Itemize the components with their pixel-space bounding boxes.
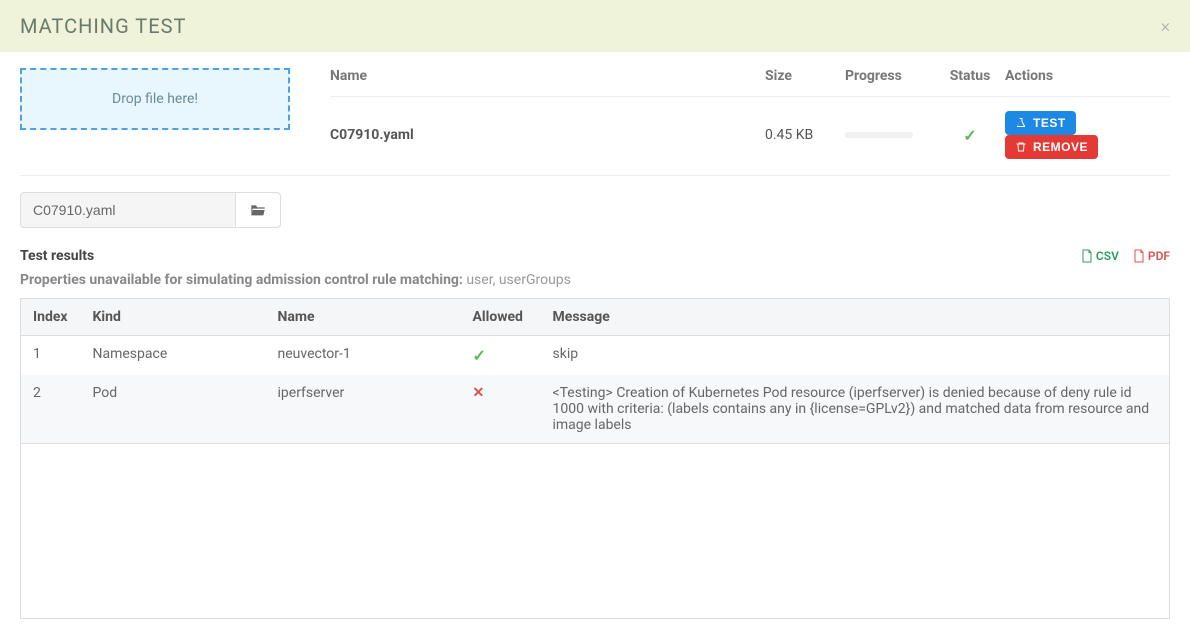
file-input[interactable] <box>20 192 235 228</box>
file-table-header: Name Size Progress Status Actions <box>330 68 1170 97</box>
results-header-row: Index Kind Name Allowed Message <box>21 299 1170 336</box>
cell-kind: Pod <box>81 375 266 444</box>
file-pdf-icon <box>1133 249 1145 263</box>
results-title: Test results <box>20 248 94 264</box>
check-icon: ✓ <box>473 346 486 365</box>
matching-test-modal: MATCHING TEST × Drop file here! Name Siz… <box>0 0 1190 635</box>
file-status: ✓ <box>935 126 1005 145</box>
unavailable-label: Properties unavailable for simulating ad… <box>20 272 463 288</box>
remove-label: REMOVE <box>1033 140 1088 154</box>
file-csv-icon <box>1081 249 1093 263</box>
header-name: Name <box>266 299 461 336</box>
header-message: Message <box>541 299 1170 336</box>
results-table: Index Kind Name Allowed Message 1Namespa… <box>20 298 1170 444</box>
cell-kind: Namespace <box>81 336 266 376</box>
export-csv-link[interactable]: CSV <box>1081 249 1119 263</box>
browse-button[interactable] <box>235 192 281 228</box>
file-dropzone[interactable]: Drop file here! <box>20 68 290 130</box>
cell-message: <Testing> Creation of Kubernetes Pod res… <box>541 375 1170 444</box>
export-links: CSV PDF <box>1081 249 1170 263</box>
x-icon: ✕ <box>473 385 485 401</box>
table-row: 2Podiperfserver ✕ <Testing> Creation of Ku… <box>21 375 1170 444</box>
cell-message: skip <box>541 336 1170 376</box>
progress-bar <box>845 132 913 138</box>
test-label: TEST <box>1033 116 1066 130</box>
test-button[interactable]: TEST <box>1005 111 1076 135</box>
modal-title: MATCHING TEST <box>20 14 186 38</box>
dropzone-label: Drop file here! <box>112 91 198 107</box>
close-icon[interactable]: × <box>1161 16 1170 37</box>
cell-name: iperfserver <box>266 375 461 444</box>
header-progress: Progress <box>845 68 935 84</box>
csv-label: CSV <box>1096 249 1119 263</box>
header-status: Status <box>935 68 1005 84</box>
upload-row: Drop file here! Name Size Progress Statu… <box>20 68 1170 159</box>
header-allowed: Allowed <box>461 299 541 336</box>
table-row: C07910.yaml 0.45 KB ✓ TEST <box>330 97 1170 159</box>
cell-allowed: ✕ <box>461 375 541 444</box>
folder-open-icon <box>250 203 266 217</box>
modal-body: Drop file here! Name Size Progress Statu… <box>0 52 1190 635</box>
cell-index: 1 <box>21 336 81 376</box>
results-empty-space <box>20 444 1170 619</box>
cell-name: neuvector-1 <box>266 336 461 376</box>
file-actions: TEST REMOVE <box>1005 111 1170 159</box>
trash-icon <box>1015 141 1027 153</box>
modal-header: MATCHING TEST × <box>0 0 1190 52</box>
unavailable-values: user, userGroups <box>466 272 571 288</box>
cell-index: 2 <box>21 375 81 444</box>
file-progress <box>845 132 935 138</box>
unavailable-note: Properties unavailable for simulating ad… <box>20 272 1170 288</box>
check-icon: ✓ <box>963 126 976 145</box>
flask-icon <box>1015 117 1027 129</box>
cell-allowed: ✓ <box>461 336 541 376</box>
header-name: Name <box>330 68 765 84</box>
file-size: 0.45 KB <box>765 127 845 143</box>
header-actions: Actions <box>1005 68 1170 84</box>
file-table: Name Size Progress Status Actions C07910… <box>330 68 1170 159</box>
header-index: Index <box>21 299 81 336</box>
results-header: Test results CSV PDF <box>20 248 1170 264</box>
header-size: Size <box>765 68 845 84</box>
file-picker <box>20 192 1170 228</box>
header-kind: Kind <box>81 299 266 336</box>
remove-button[interactable]: REMOVE <box>1005 135 1098 159</box>
file-name: C07910.yaml <box>330 127 765 143</box>
pdf-label: PDF <box>1148 249 1170 263</box>
divider <box>20 175 1170 176</box>
export-pdf-link[interactable]: PDF <box>1133 249 1170 263</box>
table-row: 1Namespaceneuvector-1 ✓ skip <box>21 336 1170 376</box>
